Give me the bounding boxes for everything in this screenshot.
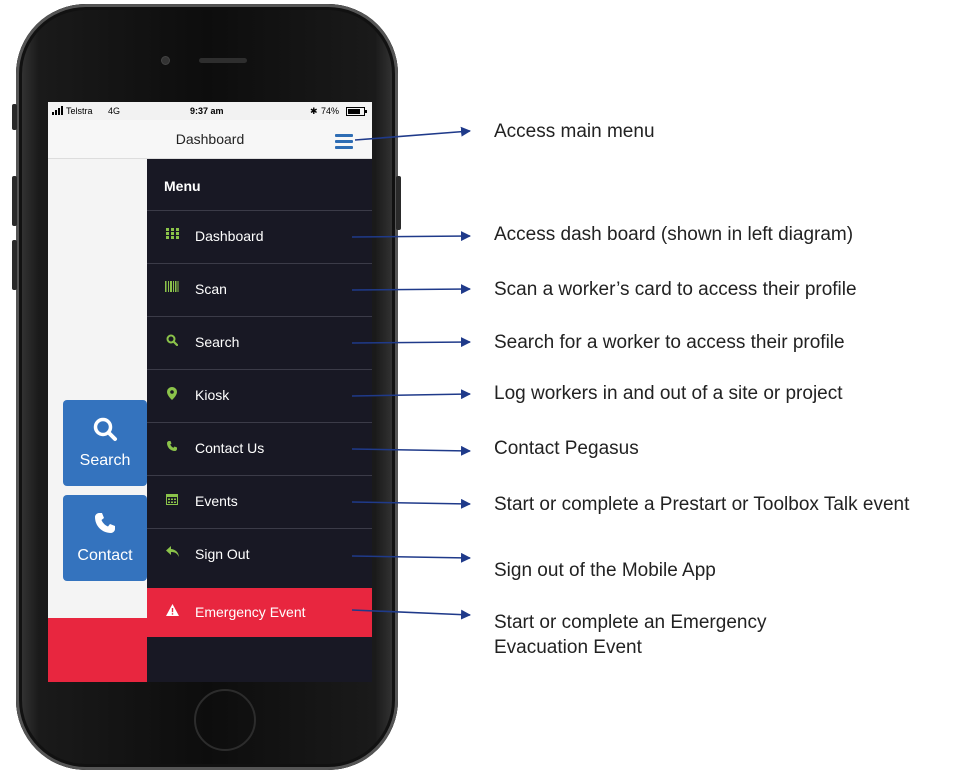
arrow-events xyxy=(351,498,471,509)
annotation-scan: Scan a worker’s card to access their pro… xyxy=(494,279,857,300)
annotation-contact: Contact Pegasus xyxy=(494,438,639,459)
arrow-sign-out xyxy=(351,552,471,563)
annotation-events: Start or complete a Prestart or Toolbox … xyxy=(494,494,910,515)
arrow-scan xyxy=(351,284,471,295)
annotation-emergency: Start or complete an Emergency Evacuatio… xyxy=(494,612,767,658)
arrow-emergency xyxy=(351,609,471,620)
arrow-search xyxy=(351,337,471,348)
annotation-main-menu: Access main menu xyxy=(494,121,655,142)
arrow-main-menu xyxy=(354,126,471,141)
arrow-contact xyxy=(351,445,471,456)
annotation-dashboard: Access dash board (shown in left diagram… xyxy=(494,224,854,245)
annotation-sign-out: Sign out of the Mobile App xyxy=(494,560,716,581)
annotation-kiosk: Log workers in and out of a site or proj… xyxy=(494,383,843,404)
arrow-kiosk xyxy=(351,389,471,400)
arrow-dashboard xyxy=(351,231,471,242)
annotation-search: Search for a worker to access their prof… xyxy=(494,332,845,353)
